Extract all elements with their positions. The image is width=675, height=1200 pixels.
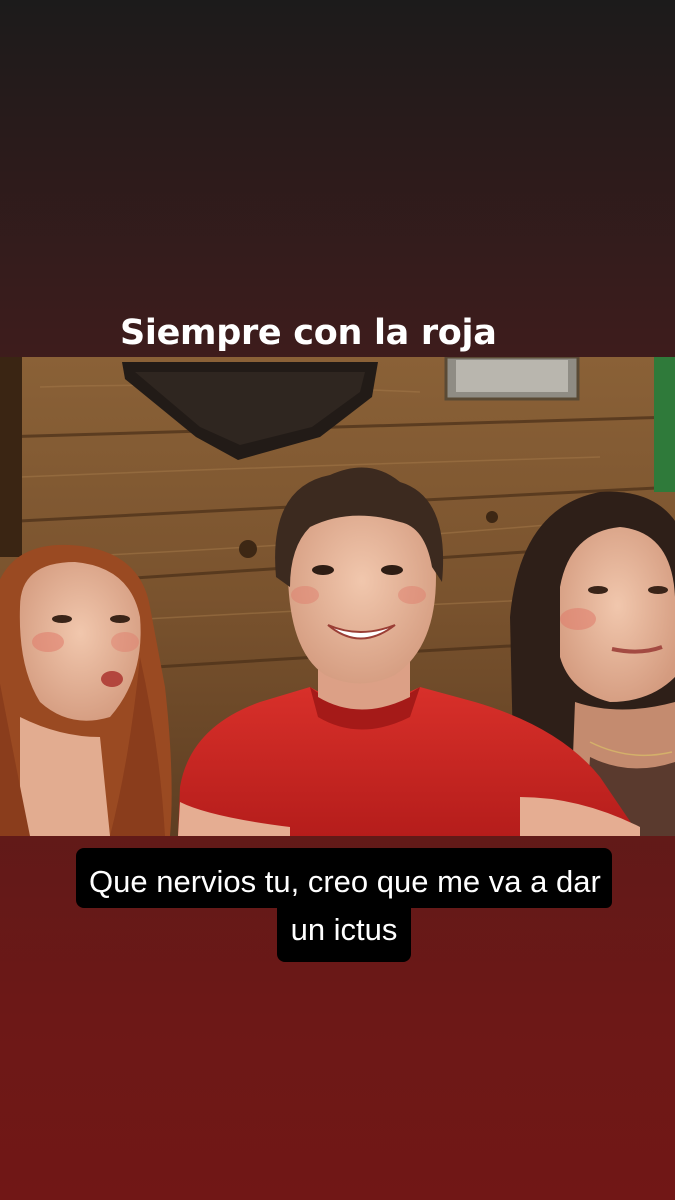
green-sign [654, 357, 675, 492]
wood-knot [239, 540, 257, 558]
story-bottom-caption[interactable]: Que nervios tu, creo que me va a dar un … [76, 848, 612, 962]
story-canvas: Siempre con la roja Que nervios tu, creo… [0, 0, 675, 1200]
selfie-photo-illustration [0, 357, 675, 836]
story-top-caption[interactable]: Siempre con la roja [120, 308, 520, 358]
selfie-photo [0, 357, 675, 836]
caption-line-1: Que nervios tu, creo que me va a dar [76, 848, 612, 908]
caption-line-2: un ictus [276, 906, 412, 962]
